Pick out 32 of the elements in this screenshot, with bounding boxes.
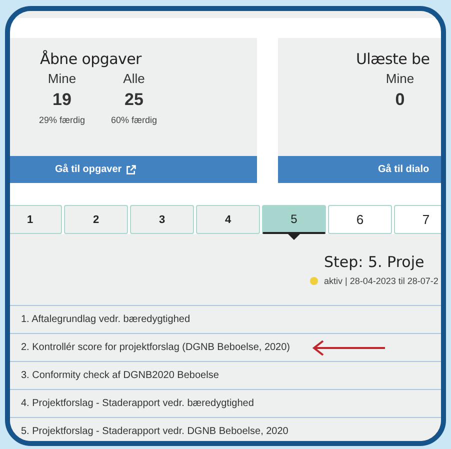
stat-label: Alle [123, 71, 145, 86]
step-title: Step: 5. Proje [324, 253, 426, 271]
task-title[interactable]: 3. Conformity check af DGNB2020 Beboelse [21, 370, 219, 381]
task-row[interactable]: 2. Kontrollér score for projektforslag (DGNB Beboelse, 2020) [10, 334, 441, 362]
step-tab[interactable]: 2 [64, 205, 128, 234]
step-tab[interactable]: 4 [196, 205, 260, 234]
step-tab[interactable]: 1 [10, 205, 62, 234]
step-tab[interactable]: 3 [130, 205, 194, 234]
stat-value: 0 [395, 90, 405, 110]
step-status: aktiv | 28-04-2023 til 28-07-2 [324, 276, 438, 286]
task-title[interactable]: 2. Kontrollér score for projektforslag (DGNB Beboelse, 2020) [21, 342, 290, 353]
stat-label: Mine [48, 71, 76, 86]
task-title[interactable]: 1. Aftalegrundlag vedr. bæredygtighed [21, 314, 190, 325]
card-title: Ulæste be [356, 50, 431, 68]
task-row[interactable]: 4. Projektforslag - Staderapport vedr. bæredygtighed [10, 390, 441, 418]
stat-label: Mine [386, 71, 414, 86]
status-dot [310, 277, 318, 285]
card-link-button[interactable]: Gå til opgaver [10, 156, 257, 183]
card-link-button[interactable]: Gå til dialo [278, 156, 441, 183]
step-tab[interactable]: 5 [262, 205, 326, 234]
task-row[interactable]: 1. Aftalegrundlag vedr. bæredygtighed [10, 306, 441, 334]
card-title: Åbne opgaver [40, 50, 143, 68]
task-row[interactable]: 3. Conformity check af DGNB2020 Beboelse [10, 362, 441, 390]
task-row[interactable]: 5. Projektforslag - Staderapport vedr. DGNB Beboelse, 2020 [10, 418, 441, 441]
stat-value: 25 [124, 90, 144, 110]
stat-note: 60% færdig [110, 115, 158, 125]
step-tab[interactable]: 6 [328, 205, 392, 234]
stat-note: 29% færdig [38, 115, 86, 125]
task-title[interactable]: 4. Projektforslag - Staderapport vedr. bæredygtighed [21, 398, 254, 409]
task-title[interactable]: 5. Projektforslag - Staderapport vedr. DGNB Beboelse, 2020 [21, 426, 288, 437]
stat-value: 19 [52, 90, 72, 110]
step-tab[interactable]: 7 [394, 205, 441, 234]
